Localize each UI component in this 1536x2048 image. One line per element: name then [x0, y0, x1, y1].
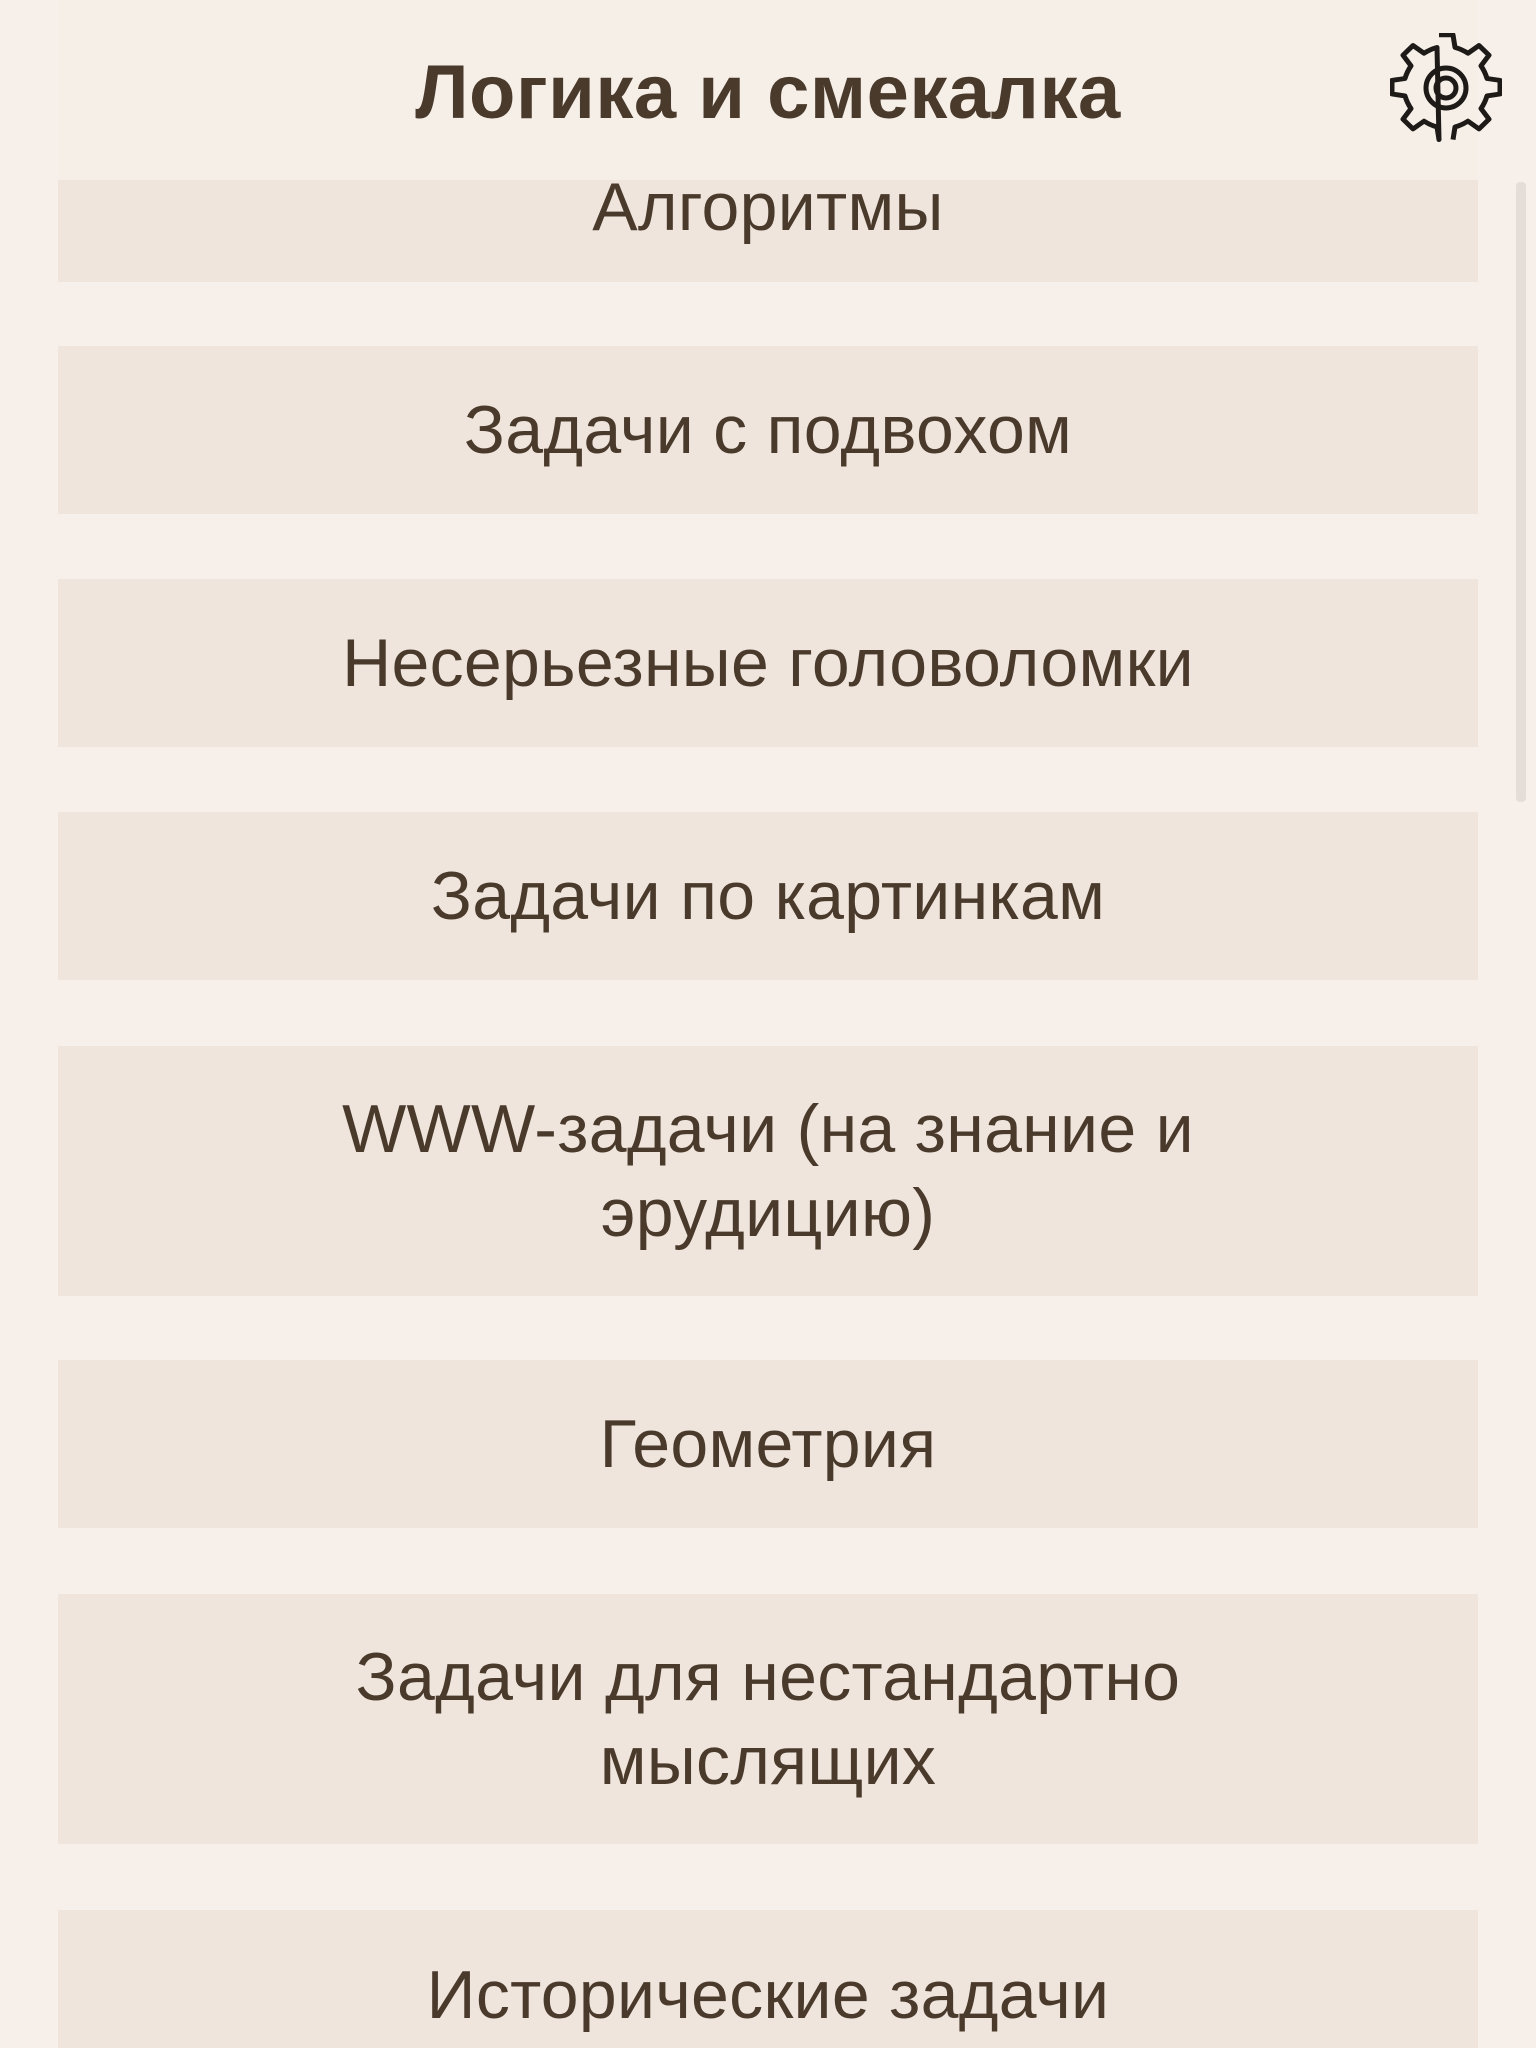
category-label: Геометрия — [599, 1406, 937, 1482]
category-item-trick-questions[interactable]: Задачи с подвохом — [58, 346, 1478, 514]
category-item-www-questions[interactable]: WWW-задачи (на знание и эрудицию) — [58, 1046, 1478, 1296]
category-label: Несерьезные головоломки — [342, 625, 1194, 701]
page-title: Логика и смекалка — [415, 49, 1121, 135]
gear-icon[interactable] — [1389, 32, 1503, 145]
app-screen: Алгоритмы Задачи с подвохом Несерьезные … — [0, 0, 1536, 2048]
category-item-lateral-thinking[interactable]: Задачи для нестандартно мыслящих — [58, 1594, 1478, 1844]
category-list[interactable]: Алгоритмы Задачи с подвохом Несерьезные … — [58, 0, 1478, 2048]
category-item-geometry[interactable]: Геометрия — [58, 1360, 1478, 1528]
vertical-scrollbar[interactable] — [1516, 182, 1526, 802]
category-label: Исторические задачи — [426, 1957, 1110, 2033]
category-label: Задачи по картинкам — [430, 858, 1106, 934]
app-header: Логика и смекалка — [58, 0, 1478, 180]
category-label: WWW-задачи (на знание и эрудицию) — [342, 1091, 1194, 1251]
category-item-picture-puzzles[interactable]: Задачи по картинкам — [58, 812, 1478, 980]
category-item-historical[interactable]: Исторические задачи — [58, 1910, 1478, 2048]
category-label: Задачи с подвохом — [463, 392, 1073, 468]
category-item-silly-puzzles[interactable]: Несерьезные головоломки — [58, 579, 1478, 747]
category-label: Задачи для нестандартно мыслящих — [355, 1639, 1181, 1799]
